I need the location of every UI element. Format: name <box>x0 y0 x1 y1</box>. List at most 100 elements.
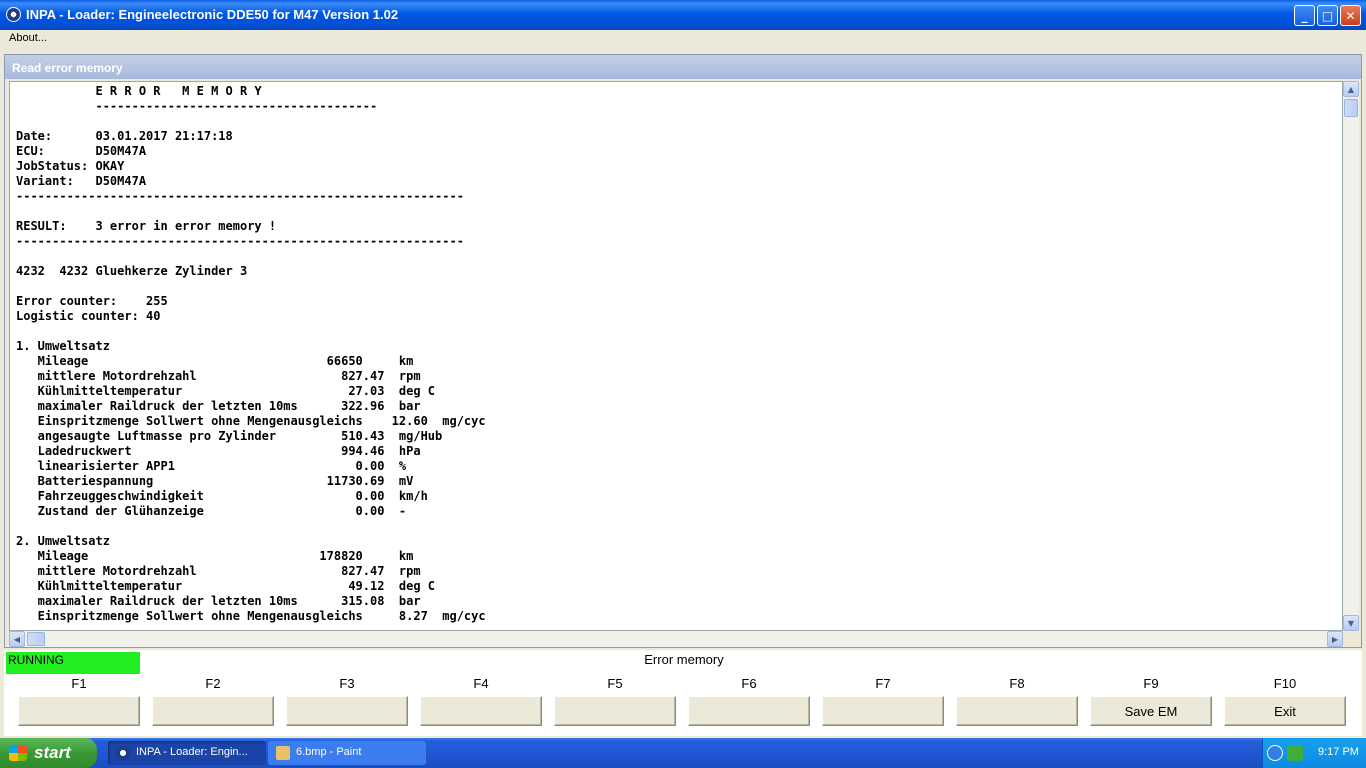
fkey-f8-label: F8 <box>1009 676 1025 691</box>
horizontal-scrollbar[interactable]: ◀ ▶ <box>9 631 1343 647</box>
log-line: 4232 4232 Gluehkerze Zylinder 3 <box>16 264 248 278</box>
f3-button[interactable] <box>286 696 408 726</box>
minimize-icon: _ <box>1301 8 1308 23</box>
fkey-f5: F5 <box>554 674 676 734</box>
paint-task-icon <box>276 746 290 760</box>
log-line: E R R O R M E M O R Y <box>16 84 262 98</box>
log-line: maximaler Raildruck der letzten 10ms 315… <box>16 594 421 608</box>
log-line: Date: 03.01.2017 21:17:18 <box>16 129 233 143</box>
vertical-scrollbar[interactable]: ▲ ▼ <box>1343 81 1359 631</box>
taskbar-item-paint[interactable]: 6.bmp - Paint <box>268 741 426 765</box>
log-line: Kühlmitteltemperatur 27.03 deg C <box>16 384 436 398</box>
log-line: Einspritzmenge Sollwert ohne Mengenausgl… <box>16 414 486 428</box>
start-label: start <box>34 743 71 762</box>
f5-button[interactable] <box>554 696 676 726</box>
status-bar: RUNNING Error memory <box>4 650 1362 674</box>
log-line: ----------------------------------------… <box>16 189 464 203</box>
taskbar-item-inpa-label: INPA - Loader: Engin... <box>136 746 248 758</box>
exit-button[interactable]: Exit <box>1224 696 1346 726</box>
menu-bar: About... <box>0 30 1366 48</box>
log-line: ECU: D50M47A <box>16 144 147 158</box>
fkey-f6-label: F6 <box>741 676 757 691</box>
fkey-f1: F1 <box>18 674 140 734</box>
vertical-scroll-thumb[interactable] <box>1344 99 1358 117</box>
log-line: Variant: D50M47A <box>16 174 147 188</box>
log-line: 2. Umweltsatz <box>16 534 110 548</box>
log-line: mittlere Motordrehzahl 827.47 rpm <box>16 369 421 383</box>
window-title-bar[interactable]: INPA - Loader: Engineelectronic DDE50 fo… <box>0 0 1366 30</box>
taskbar-item-inpa[interactable]: INPA - Loader: Engin... <box>108 741 266 765</box>
fkey-f3: F3 <box>286 674 408 734</box>
f8-button[interactable] <box>956 696 1078 726</box>
menu-about[interactable]: About... <box>9 32 47 44</box>
log-line: linearisierter APP1 0.00 % <box>16 459 407 473</box>
log-line: ----------------------------------------… <box>16 234 464 248</box>
running-indicator: RUNNING <box>6 652 140 674</box>
fkey-f10: F10 Exit <box>1224 674 1346 734</box>
bmw-task-icon <box>116 746 130 760</box>
scroll-up-icon[interactable]: ▲ <box>1343 81 1359 97</box>
system-tray: 9:17 PM <box>1262 738 1366 768</box>
maximize-button[interactable]: □ <box>1317 5 1338 26</box>
fkey-f2-label: F2 <box>205 676 221 691</box>
log-line: --------------------------------------- <box>16 99 378 113</box>
fkey-f7-label: F7 <box>875 676 891 691</box>
log-line: 1. Umweltsatz <box>16 339 110 353</box>
result-text-area[interactable]: E R R O R M E M O R Y ------------------… <box>9 81 1343 631</box>
fkey-f7: F7 <box>822 674 944 734</box>
taskbar-item-paint-label: 6.bmp - Paint <box>296 746 362 758</box>
start-button[interactable]: start <box>0 738 97 768</box>
fkey-f3-label: F3 <box>339 676 355 691</box>
log-line: Einspritzmenge Sollwert ohne Mengenausgl… <box>16 609 486 623</box>
f1-button[interactable] <box>18 696 140 726</box>
windows-flag-icon <box>9 745 27 761</box>
fkey-f5-label: F5 <box>607 676 623 691</box>
log-line: mittlere Motordrehzahl 827.47 rpm <box>16 564 421 578</box>
tray-chevron-icon[interactable] <box>1267 745 1283 761</box>
close-button[interactable]: ✕ <box>1340 5 1361 26</box>
log-line: Batteriespannung 11730.69 mV <box>16 474 414 488</box>
window-title: INPA - Loader: Engineelectronic DDE50 fo… <box>26 7 399 22</box>
fkey-f2: F2 <box>152 674 274 734</box>
log-line: Ladedruckwert 994.46 hPa <box>16 444 421 458</box>
fkey-f10-label: F10 <box>1273 676 1297 691</box>
child-window-title: Read error memory <box>5 55 1361 79</box>
fkey-f4: F4 <box>420 674 542 734</box>
fkey-f4-label: F4 <box>473 676 489 691</box>
log-line: Kühlmitteltemperatur 49.12 deg C <box>16 579 436 593</box>
f2-button[interactable] <box>152 696 274 726</box>
log-line: angesaugte Luftmasse pro Zylinder 510.43… <box>16 429 443 443</box>
horizontal-scroll-thumb[interactable] <box>27 632 45 646</box>
f7-button[interactable] <box>822 696 944 726</box>
scroll-down-icon[interactable]: ▼ <box>1343 615 1359 631</box>
fkey-f9: F9 Save EM <box>1090 674 1212 734</box>
log-line: Fahrzeuggeschwindigkeit 0.00 km/h <box>16 489 428 503</box>
current-mode-label: Error memory <box>644 652 724 667</box>
fkey-f9-label: F9 <box>1143 676 1159 691</box>
minimize-button[interactable]: _ <box>1294 5 1315 26</box>
fkey-f1-label: F1 <box>71 676 87 691</box>
log-line: Logistic counter: 40 <box>16 309 161 323</box>
log-line: JobStatus: OKAY <box>16 159 125 173</box>
log-line: Mileage 66650 km <box>16 354 414 368</box>
f4-button[interactable] <box>420 696 542 726</box>
taskbar-clock: 9:17 PM <box>1318 746 1359 758</box>
f6-button[interactable] <box>688 696 810 726</box>
log-line: Zustand der Glühanzeige 0.00 - <box>16 504 407 518</box>
scroll-left-icon[interactable]: ◀ <box>9 631 25 647</box>
scroll-right-icon[interactable]: ▶ <box>1327 631 1343 647</box>
log-line: maximaler Raildruck der letzten 10ms 322… <box>16 399 421 413</box>
close-icon: ✕ <box>1345 8 1356 23</box>
log-line: Error counter: 255 <box>16 294 168 308</box>
tray-network-icon[interactable] <box>1287 745 1303 761</box>
error-memory-window: Read error memory E R R O R M E M O R Y … <box>4 54 1362 648</box>
log-line: Mileage 178820 km <box>16 549 414 563</box>
save-em-button[interactable]: Save EM <box>1090 696 1212 726</box>
error-memory-log: E R R O R M E M O R Y ------------------… <box>16 84 486 624</box>
function-key-bar: F1 F2 F3 F4 F5 F6 F7 F8 F9 Save EM F10 E… <box>4 674 1362 736</box>
